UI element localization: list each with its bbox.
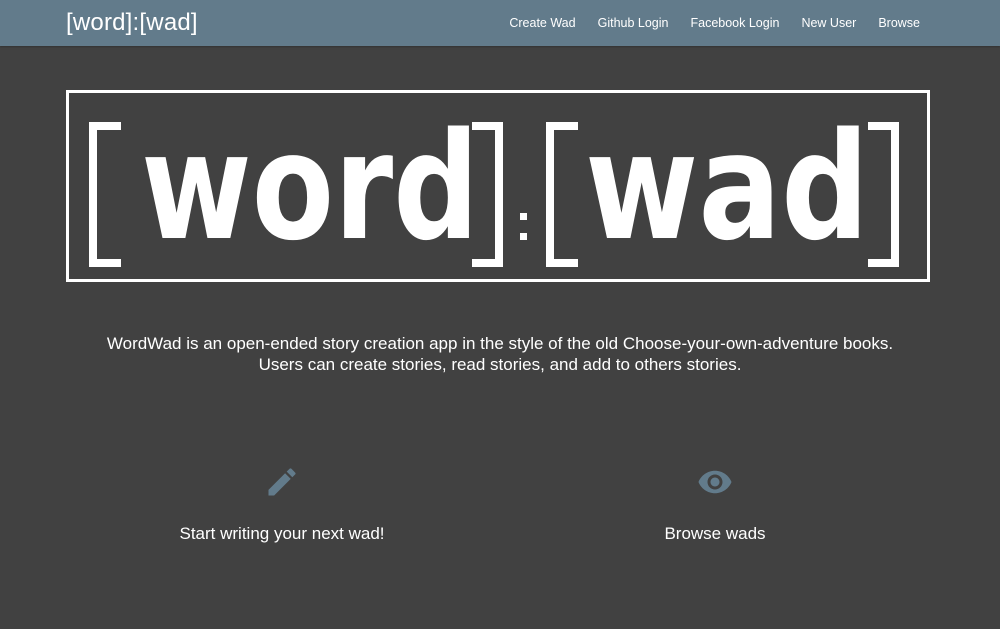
nav-link-github-login[interactable]: Github Login [598,16,669,30]
navbar: [word]:[wad] Create Wad Github Login Fac… [0,0,1000,46]
logo-bracket-close-2 [868,122,899,267]
logo-word-text: word [141,101,479,273]
nav-link-new-user[interactable]: New User [801,16,856,30]
start-writing-label[interactable]: Start writing your next wad! [132,524,432,544]
start-writing-feature[interactable]: Start writing your next wad! [132,464,432,544]
logo-bracket-open-1 [89,122,121,267]
browse-wads-feature[interactable]: Browse wads [565,464,865,544]
app-description: WordWad is an open-ended story creation … [0,333,1000,375]
nav-link-facebook-login[interactable]: Facebook Login [690,16,779,30]
hero-logo-banner: word wad [66,90,930,282]
brand-logo-link[interactable]: [word]:[wad] [66,9,198,37]
nav-links: Create Wad Github Login Facebook Login N… [487,0,920,46]
logo-bracket-open-2 [546,122,578,267]
logo-colon-top [520,213,527,220]
description-line-1: WordWad is an open-ended story creation … [106,334,894,353]
hero-logo-graphic: word wad [89,101,899,273]
logo-wad-text: wad [585,101,869,273]
browse-wads-label[interactable]: Browse wads [565,524,865,544]
description-line-2: Users can create stories, read stories, … [258,355,742,374]
nav-link-create-wad[interactable]: Create Wad [509,16,575,30]
eye-icon [698,470,732,494]
nav-link-browse[interactable]: Browse [878,16,920,30]
logo-colon-bottom [520,233,527,240]
pencil-icon [268,468,296,496]
